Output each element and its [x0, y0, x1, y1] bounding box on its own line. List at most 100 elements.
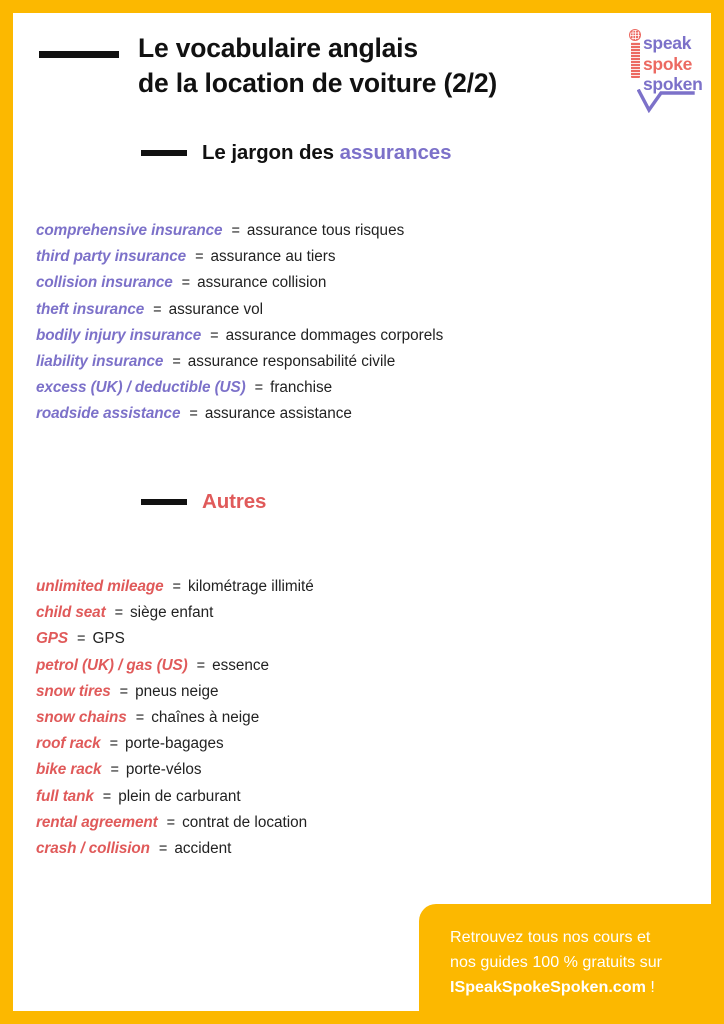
vocab-row: liability insurance = assurance responsa… [36, 353, 443, 379]
equals-sign: = [109, 736, 119, 753]
equals-sign: = [181, 275, 191, 292]
vocab-row: snow chains = chaînes à neige [36, 709, 314, 735]
footer-website-link[interactable]: ISpeakSpokeSpoken.com [450, 978, 646, 996]
term-french: porte-vélos [125, 761, 202, 779]
header: Le vocabulaire anglais de la location de… [13, 13, 711, 133]
term-english: liability insurance [36, 352, 164, 370]
logo-wordmark: speak spoke spoken [643, 33, 703, 95]
section-title-plain: Le jargon des [202, 141, 340, 164]
vocab-row: rental agreement = contrat de location [36, 814, 314, 840]
term-english: child seat [36, 604, 106, 622]
term-french: siège enfant [130, 604, 214, 622]
equals-sign: = [231, 223, 240, 239]
term-english: collision insurance [36, 274, 173, 292]
term-english: rental agreement [36, 813, 158, 831]
title-line-2: de la location de voiture (2/2) [138, 67, 497, 98]
footer-line-3: ISpeakSpokeSpoken.com ! [450, 975, 711, 1000]
equals-sign: = [110, 762, 119, 779]
term-french: assurance au tiers [210, 248, 336, 266]
vocab-row: crash / collision = accident [36, 840, 314, 866]
equals-sign: = [153, 301, 162, 318]
equals-sign: = [77, 631, 86, 648]
equals-sign: = [158, 840, 168, 857]
term-english: comprehensive insurance [36, 222, 223, 239]
title-dash-icon [39, 51, 119, 58]
logo-globe-dot-icon [629, 29, 641, 41]
vocab-row: bodily injury insurance = assurance domm… [36, 327, 443, 353]
equals-sign: = [196, 657, 206, 674]
vocab-list-assurances: comprehensive insurance = assurance tous… [36, 222, 443, 432]
term-french: plein de carburant [118, 787, 241, 805]
equals-sign: = [119, 683, 129, 700]
term-english: roadside assistance [36, 405, 181, 423]
brand-logo[interactable]: speak spoke spoken [621, 21, 707, 119]
poster-sheet: Le vocabulaire anglais de la location de… [13, 13, 711, 1011]
footer-exclamation: ! [645, 978, 655, 996]
footer-line-2: nos guides 100 % gratuits sur [450, 953, 663, 971]
equals-sign: = [166, 814, 176, 831]
section-heading-autres: Autres [141, 490, 266, 514]
term-french: chaînes à neige [151, 708, 260, 726]
logo-i-stripes-icon [631, 42, 640, 78]
term-french: pneus neige [135, 682, 219, 700]
title-line-1: Le vocabulaire anglais [138, 33, 418, 63]
page-title: Le vocabulaire anglais de la location de… [39, 31, 497, 101]
term-english: third party insurance [36, 248, 187, 266]
term-english: snow chains [36, 708, 127, 726]
vocab-row: theft insurance = assurance vol [36, 301, 443, 327]
equals-sign: = [254, 380, 264, 397]
section-title-accent: Autres [202, 490, 267, 513]
vocab-row: GPS = GPS [36, 630, 314, 656]
term-french: accident [174, 839, 232, 857]
vocab-list-autres: unlimited mileage = kilométrage illimité… [36, 578, 314, 866]
term-french: franchise [270, 379, 333, 397]
vocab-row: unlimited mileage = kilométrage illimité [36, 578, 314, 604]
term-english: full tank [36, 787, 94, 805]
vocab-row: roof rack = porte-bagages [36, 735, 314, 761]
equals-sign: = [189, 406, 198, 423]
logo-check-icon [636, 88, 695, 118]
term-french: kilométrage illimité [187, 578, 314, 595]
vocab-row: roadside assistance = assurance assistan… [36, 405, 443, 431]
term-french: assurance tous risques [246, 222, 405, 239]
term-english: GPS [36, 630, 69, 648]
term-french: assurance vol [168, 300, 264, 318]
footer-line-1: Retrouvez tous nos cours et [450, 928, 651, 946]
term-french: porte-bagages [125, 735, 224, 753]
term-english: petrol (UK) / gas (US) [36, 656, 188, 674]
section-dash-icon [141, 499, 187, 505]
poster-page: Le vocabulaire anglais de la location de… [0, 0, 724, 1024]
vocab-row: collision insurance = assurance collisio… [36, 274, 443, 300]
section-heading-assurances: Le jargon des assurances [141, 141, 452, 165]
vocab-row: comprehensive insurance = assurance tous… [36, 222, 443, 248]
section-title: Le jargon des assurances [202, 141, 452, 165]
equals-sign: = [102, 788, 112, 805]
footer-cta-banner[interactable]: Retrouvez tous nos cours et nos guides 1… [419, 904, 711, 1011]
vocab-row: child seat = siège enfant [36, 604, 314, 630]
equals-sign: = [210, 327, 219, 344]
vocab-row: petrol (UK) / gas (US) = essence [36, 657, 314, 683]
term-english: bike rack [36, 761, 102, 779]
equals-sign: = [172, 579, 181, 595]
title-text: Le vocabulaire anglais de la location de… [138, 31, 497, 101]
term-french: assurance dommages corporels [225, 326, 444, 344]
section-dash-icon [141, 150, 187, 156]
term-english: bodily injury insurance [36, 326, 202, 344]
term-english: crash / collision [36, 839, 150, 857]
equals-sign: = [195, 249, 204, 266]
term-french: essence [212, 656, 270, 674]
equals-sign: = [135, 709, 145, 726]
term-english: unlimited mileage [36, 578, 164, 595]
section-title-accent: assurances [339, 141, 452, 164]
logo-word-speak: speak [643, 33, 692, 53]
term-french: contrat de location [182, 813, 308, 831]
logo-word-spoke: spoke [643, 53, 693, 74]
term-french: GPS [92, 630, 125, 648]
term-english: snow tires [36, 682, 111, 700]
vocab-row: excess (UK) / deductible (US) = franchis… [36, 379, 443, 405]
term-french: assurance responsabilité civile [187, 352, 396, 370]
term-english: theft insurance [36, 300, 145, 318]
vocab-row: full tank = plein de carburant [36, 788, 314, 814]
term-french: assurance collision [197, 274, 327, 292]
vocab-row: third party insurance = assurance au tie… [36, 248, 443, 274]
